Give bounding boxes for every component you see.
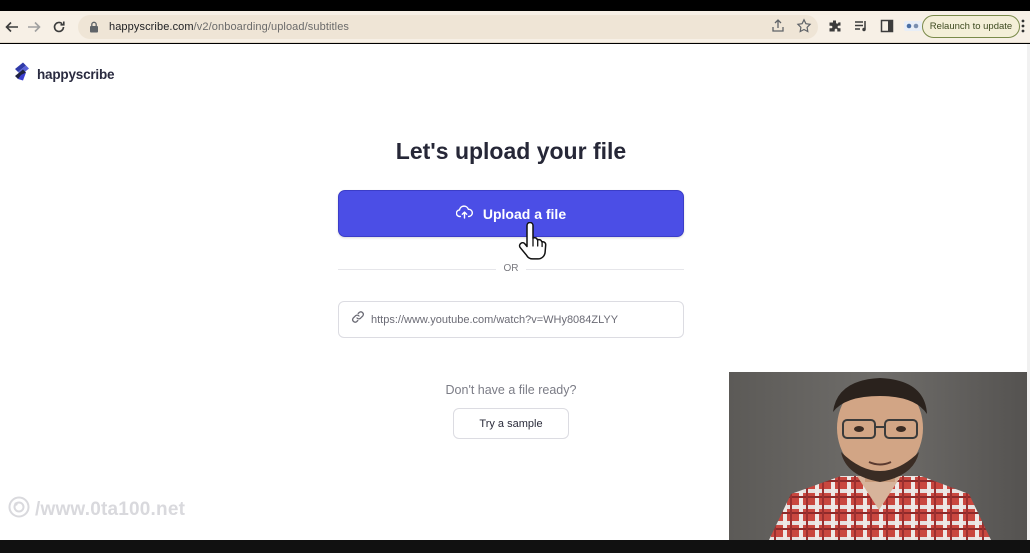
- media-url-field[interactable]: [338, 301, 684, 338]
- star-icon[interactable]: [796, 18, 812, 39]
- share-icon[interactable]: [770, 18, 786, 39]
- happyscribe-logo-icon: [12, 61, 32, 88]
- media-url-input[interactable]: [371, 313, 671, 326]
- watermark-logo-icon: [8, 496, 30, 524]
- or-divider: OR: [338, 262, 684, 276]
- upload-file-button[interactable]: Upload a file: [338, 190, 684, 237]
- logo-wordmark: happyscribe: [37, 67, 115, 82]
- upload-file-label: Upload a file: [482, 205, 567, 222]
- url-text: happyscribe.com/v2/onboarding/upload/sub…: [109, 21, 350, 33]
- lock-icon[interactable]: [88, 21, 100, 33]
- link-icon: [351, 310, 365, 329]
- webcam-overlay: [729, 372, 1030, 540]
- page-title: Let's upload your file: [395, 138, 627, 164]
- try-sample-button[interactable]: Try a sample: [453, 408, 569, 439]
- reload-icon[interactable]: [47, 15, 71, 39]
- forward-icon[interactable]: [22, 15, 46, 39]
- extensions-icon[interactable]: [826, 17, 844, 35]
- back-icon[interactable]: [0, 15, 24, 39]
- brand-logo[interactable]: happyscribe: [12, 61, 115, 88]
- media-icon[interactable]: [852, 17, 870, 35]
- profile-avatar[interactable]: [904, 17, 922, 35]
- watermark-text: /www.0ta100.net: [35, 499, 186, 520]
- hand-cursor-icon: [517, 221, 551, 267]
- screen-top-border: [0, 0, 1030, 11]
- page-content: happyscribe Let's upload your file Uploa…: [0, 44, 1030, 540]
- screen-bottom-border: [0, 540, 1030, 553]
- browser-toolbar: happyscribe.com/v2/onboarding/upload/sub…: [0, 11, 1030, 43]
- upload-cloud-icon: [455, 205, 473, 222]
- sidepanel-icon[interactable]: [878, 17, 896, 35]
- watermark: /www.0ta100.net: [8, 496, 185, 524]
- or-label: OR: [503, 263, 519, 274]
- address-bar[interactable]: happyscribe.com/v2/onboarding/upload/sub…: [78, 15, 818, 39]
- webcam-image: [729, 372, 1030, 540]
- relaunch-button[interactable]: Relaunch to update: [922, 15, 1020, 38]
- more-menu-icon[interactable]: [1021, 19, 1025, 36]
